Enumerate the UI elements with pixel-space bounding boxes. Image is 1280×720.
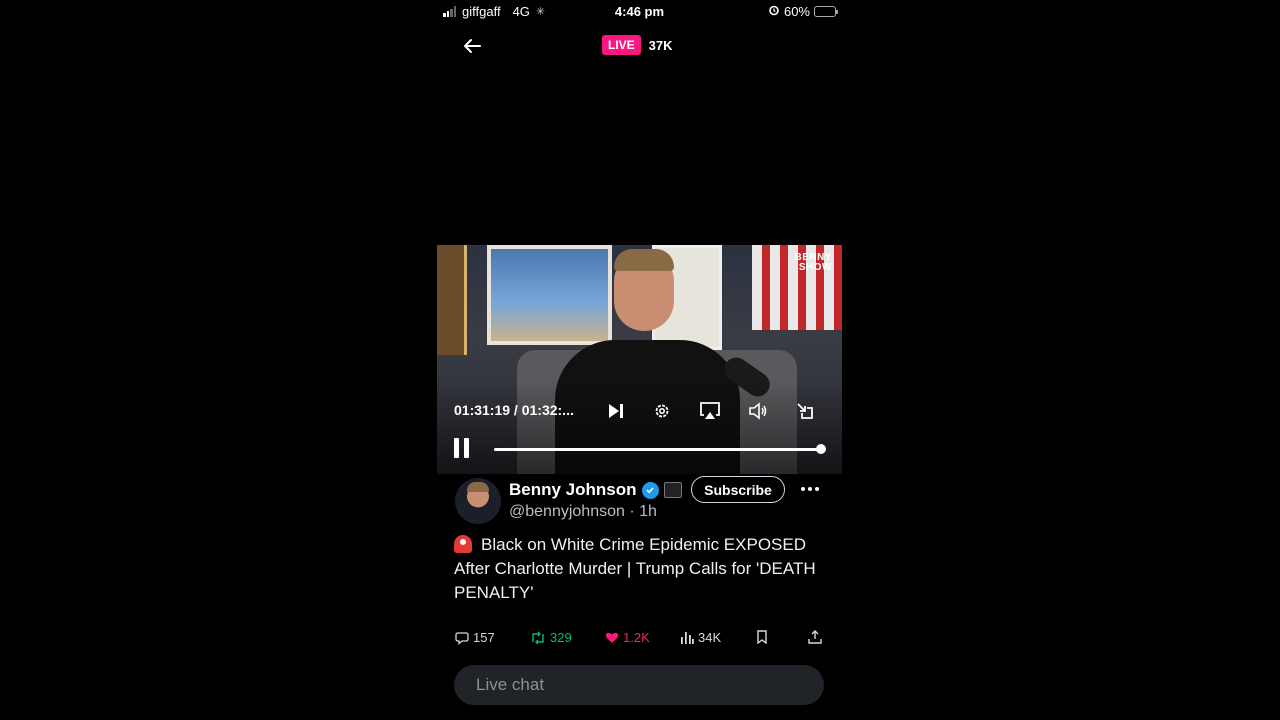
airplay-button[interactable] xyxy=(698,400,722,422)
more-options-button[interactable] xyxy=(797,479,823,499)
siren-icon xyxy=(454,535,472,553)
progress-fill xyxy=(494,448,821,451)
alarm-icon xyxy=(768,4,780,19)
more-icon xyxy=(801,487,805,491)
exit-fullscreen-icon xyxy=(797,403,813,419)
skip-next-button[interactable] xyxy=(604,400,628,422)
bookmark-button[interactable] xyxy=(756,630,768,644)
repost-count: 329 xyxy=(550,630,572,645)
video-player[interactable]: BENNY SHOW 01:31:19 / 01:32:... xyxy=(437,245,842,474)
live-chat-field[interactable] xyxy=(454,665,824,705)
share-button[interactable] xyxy=(808,630,822,644)
avatar[interactable] xyxy=(455,478,501,524)
bar-chart-icon xyxy=(681,632,694,644)
gear-icon xyxy=(655,404,669,418)
views-count: 34K xyxy=(698,630,722,645)
status-bar: giffgaff 4G ✳ 4:46 pm 60% xyxy=(437,0,842,24)
volume-button[interactable] xyxy=(746,400,770,422)
author-name-row: Benny Johnson xyxy=(509,480,682,500)
volume-icon xyxy=(749,402,767,420)
time-readout: 01:31:19 / 01:32:... xyxy=(454,402,574,418)
live-chat-input[interactable] xyxy=(476,675,802,695)
affiliate-badge-icon[interactable] xyxy=(663,482,682,498)
like-button[interactable]: 1.2K xyxy=(605,630,650,645)
battery-icon xyxy=(814,6,838,17)
post-actions: 157 329 1.2K 34K xyxy=(437,630,842,650)
pause-button[interactable] xyxy=(454,437,476,459)
video-scene-artwork xyxy=(487,245,612,345)
repost-icon xyxy=(532,631,544,644)
like-count: 1.2K xyxy=(623,630,650,645)
video-scene-frame xyxy=(437,245,467,355)
video-controls-shade xyxy=(437,379,842,474)
skip-next-icon xyxy=(609,404,623,418)
live-badge: LIVE xyxy=(602,35,641,55)
arrow-left-icon xyxy=(464,39,481,53)
status-right: 60% xyxy=(768,4,838,19)
pause-icon xyxy=(454,438,459,458)
video-scene-presenter-hair xyxy=(614,249,674,271)
show-logo: BENNY SHOW xyxy=(794,252,832,273)
live-indicator: LIVE 37K xyxy=(602,35,673,55)
post-text: Black on White Crime Epidemic EXPOSED Af… xyxy=(454,535,816,602)
heart-icon xyxy=(605,632,619,643)
repost-button[interactable]: 329 xyxy=(530,630,572,645)
reply-count: 157 xyxy=(473,630,495,645)
handle-row: @bennyjohnson · 1h xyxy=(509,503,657,520)
handle[interactable]: @bennyjohnson xyxy=(509,503,625,520)
subscribe-button[interactable]: Subscribe xyxy=(691,476,785,503)
time-ago: 1h xyxy=(639,503,657,520)
post-text-block: Black on White Crime Epidemic EXPOSED Af… xyxy=(454,533,824,605)
bookmark-icon xyxy=(757,630,767,644)
progress-bar[interactable] xyxy=(494,444,826,454)
verified-icon xyxy=(641,481,659,499)
phone-screen: giffgaff 4G ✳ 4:46 pm 60% LIVE 37K BENNY… xyxy=(437,0,842,720)
reply-icon xyxy=(455,631,469,645)
display-name[interactable]: Benny Johnson xyxy=(509,480,637,500)
battery-percent: 60% xyxy=(783,4,810,19)
progress-knob[interactable] xyxy=(815,444,826,454)
share-icon xyxy=(808,630,822,644)
settings-button[interactable] xyxy=(650,400,674,422)
airplay-icon xyxy=(700,402,720,419)
viewer-count: 37K xyxy=(648,37,673,53)
exit-fullscreen-button[interactable] xyxy=(793,400,817,422)
reply-button[interactable]: 157 xyxy=(455,630,495,645)
views-button[interactable]: 34K xyxy=(680,630,721,645)
top-nav: LIVE 37K xyxy=(437,30,842,60)
back-button[interactable] xyxy=(459,33,485,59)
